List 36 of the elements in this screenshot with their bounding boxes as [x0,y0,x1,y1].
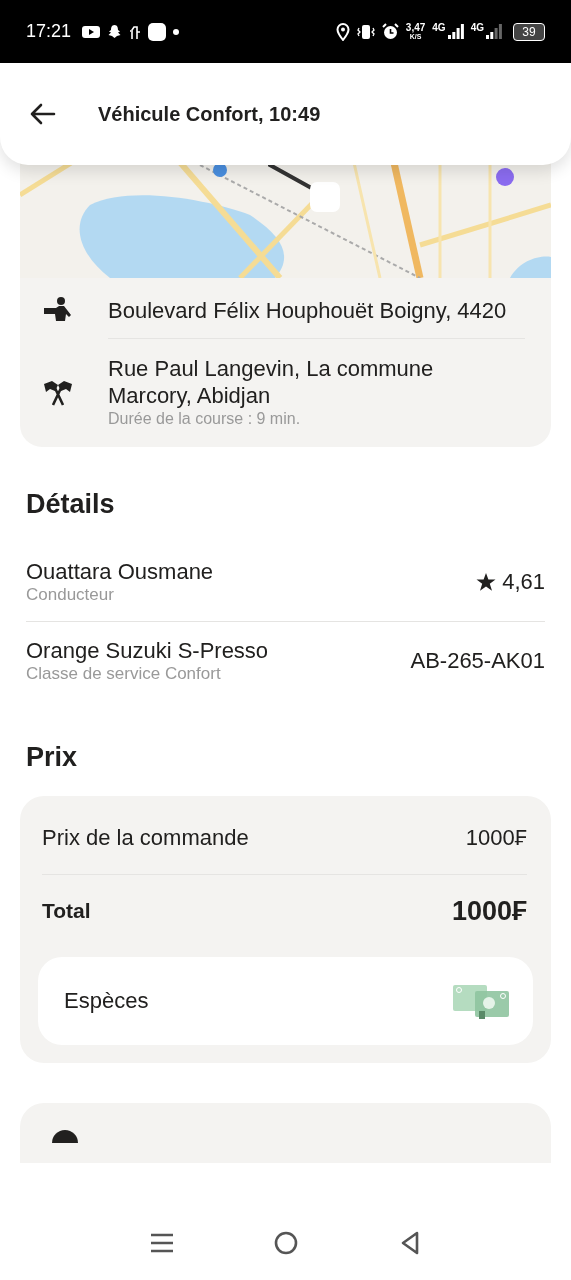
address-text: Rue Paul Langevin, La commune Marcory, Abidjan [108,355,435,409]
payment-method: Espèces [64,988,149,1014]
back-button[interactable] [28,102,56,126]
video-app-icon [82,24,101,39]
ghost-icon [107,24,123,39]
detail-title: Orange Suzuki S-Presso [26,638,269,664]
address-text: Boulevard Félix Houphouët Boigny, 4420 [108,296,507,324]
network-type: 4G [470,22,484,33]
detail-subtitle: Classe de service Confort [26,664,222,684]
price-label: Total [42,899,91,923]
price-label: Prix de la commande [42,825,249,851]
app-square-icon [148,22,167,41]
star-icon [476,572,497,592]
network-type: 4G [432,22,446,33]
clock: 17:21 [26,21,72,42]
license-plate: AB-265-AK01 [410,648,545,674]
payment-method-card[interactable]: Espèces [38,957,533,1045]
pointing-person-icon [42,296,74,324]
battery-indicator: 39 [513,22,545,41]
price-amount: 1000₣ [451,895,527,927]
alarm-icon [381,23,399,40]
dot-icon [173,28,180,35]
detail-subtitle: Conducteur [26,585,115,605]
driver-rating: 4,61 [502,569,545,595]
crossed-flags-icon [42,378,74,406]
vibrate-icon [356,23,375,40]
signal-icon [447,24,464,39]
signal-icon [486,24,502,39]
section-heading: Détails [26,488,116,521]
trip-duration: Durée de la course : 9 min. [108,409,302,429]
location-icon [335,22,350,41]
data-speed: 3,47 [405,22,426,33]
screen-title: Véhicule Confort, 10:49 [98,102,321,126]
price-amount: 1000₣ [465,825,527,851]
detail-title: Ouattara Ousmane [26,559,214,585]
section-heading: Prix [26,741,79,774]
